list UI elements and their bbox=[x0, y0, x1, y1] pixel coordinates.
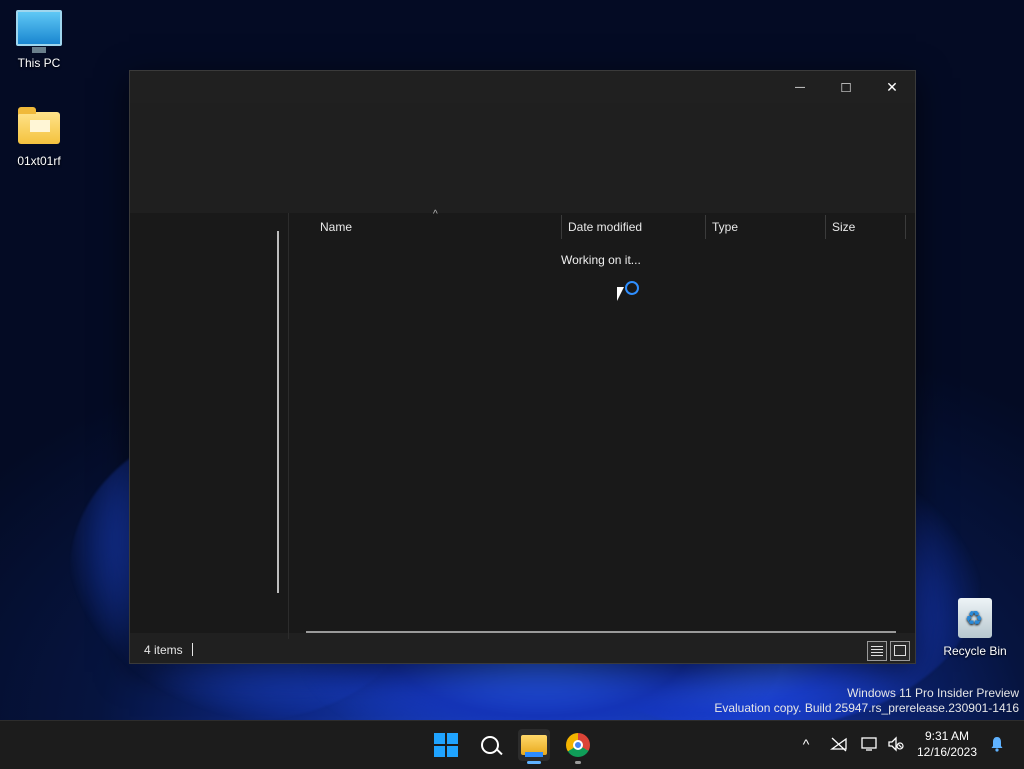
display-icon bbox=[861, 737, 877, 751]
desktop-icon-this-pc[interactable]: This PC bbox=[4, 10, 74, 70]
search-button[interactable] bbox=[474, 729, 506, 761]
status-bar: 4 items bbox=[130, 639, 915, 663]
search-icon bbox=[481, 736, 499, 754]
status-divider bbox=[192, 643, 193, 656]
navigation-pane[interactable] bbox=[130, 213, 288, 639]
column-header-type[interactable]: Type bbox=[712, 213, 738, 241]
watermark-line-1: Windows 11 Pro Insider Preview bbox=[847, 686, 1019, 700]
maximize-button[interactable]: □ bbox=[823, 71, 869, 103]
desktop-icon-recycle-bin[interactable]: Recycle Bin bbox=[939, 598, 1011, 658]
column-headers: Name ^ Date modified Type Size bbox=[290, 209, 910, 241]
file-explorer-window[interactable]: — □ ✕ Name ^ Date modified Type Size Wor… bbox=[129, 70, 916, 664]
close-icon: ✕ bbox=[886, 78, 898, 95]
speaker-muted-icon bbox=[888, 736, 904, 752]
file-explorer-taskbar-button[interactable] bbox=[518, 729, 550, 761]
chevron-up-icon: ^ bbox=[802, 736, 810, 752]
column-divider[interactable] bbox=[905, 215, 906, 239]
notifications-button[interactable] bbox=[986, 733, 1008, 755]
file-explorer-icon bbox=[521, 735, 547, 757]
column-header-name[interactable]: Name bbox=[320, 213, 352, 241]
content-area: Name ^ Date modified Type Size Working o… bbox=[130, 209, 915, 639]
loading-message: Working on it... bbox=[561, 253, 641, 267]
clock-time: 9:31 AM bbox=[924, 729, 970, 743]
title-bar[interactable]: — □ ✕ bbox=[130, 71, 915, 103]
chrome-icon bbox=[566, 733, 590, 757]
sort-ascending-icon: ^ bbox=[433, 209, 438, 220]
desktop-icon-label: 01xt01rf bbox=[17, 154, 61, 168]
mouse-pointer-icon bbox=[617, 287, 624, 301]
column-divider[interactable] bbox=[561, 215, 562, 239]
active-app-indicator bbox=[527, 761, 541, 764]
desktop-icon-label: Recycle Bin bbox=[943, 644, 1007, 658]
start-button[interactable] bbox=[430, 729, 462, 761]
chrome-taskbar-button[interactable] bbox=[562, 729, 594, 761]
show-hidden-icons-button[interactable]: ^ bbox=[796, 720, 816, 768]
pane-divider[interactable] bbox=[288, 213, 289, 639]
watermark-line-2: Evaluation copy. Build 25947.rs_prerelea… bbox=[714, 701, 1019, 715]
column-header-date-modified[interactable]: Date modified bbox=[568, 213, 642, 241]
close-button[interactable]: ✕ bbox=[869, 71, 915, 103]
network-status-button[interactable] bbox=[826, 720, 852, 768]
network-disconnected-icon bbox=[830, 737, 847, 752]
column-header-size[interactable]: Size bbox=[832, 213, 855, 241]
recycle-bin-icon bbox=[958, 598, 992, 638]
computer-icon bbox=[16, 10, 62, 53]
folder-icon bbox=[18, 107, 60, 144]
minimize-icon: — bbox=[795, 81, 805, 93]
clock-date: 12/16/2023 bbox=[916, 745, 978, 759]
column-divider[interactable] bbox=[705, 215, 706, 239]
minimize-button[interactable]: — bbox=[777, 71, 823, 103]
display-status-button[interactable] bbox=[858, 720, 882, 768]
notification-bell-icon bbox=[991, 737, 1003, 752]
desktop-icon-folder[interactable]: 01xt01rf bbox=[4, 107, 74, 168]
navigation-scrollbar[interactable] bbox=[277, 231, 279, 593]
toolbar-area bbox=[130, 103, 915, 213]
desktop: { "desktop": { "icons": [ {"label": "Thi… bbox=[0, 0, 1024, 769]
taskbar-clock[interactable]: 9:31 AM 12/16/2023 bbox=[912, 728, 982, 760]
desktop-icon-label: This PC bbox=[17, 56, 61, 70]
evaluation-watermark: Windows 11 Pro Insider Preview Evaluatio… bbox=[714, 686, 1019, 716]
large-icons-view-button[interactable] bbox=[890, 641, 910, 661]
volume-button[interactable] bbox=[884, 720, 908, 768]
loading-spinner-icon bbox=[625, 281, 639, 295]
item-count: 4 items bbox=[144, 643, 183, 657]
details-view-button[interactable] bbox=[867, 641, 887, 661]
running-app-indicator bbox=[575, 761, 581, 764]
maximize-icon: □ bbox=[841, 78, 851, 96]
column-divider[interactable] bbox=[825, 215, 826, 239]
horizontal-scrollbar[interactable] bbox=[306, 631, 896, 633]
windows-start-icon bbox=[434, 733, 458, 757]
